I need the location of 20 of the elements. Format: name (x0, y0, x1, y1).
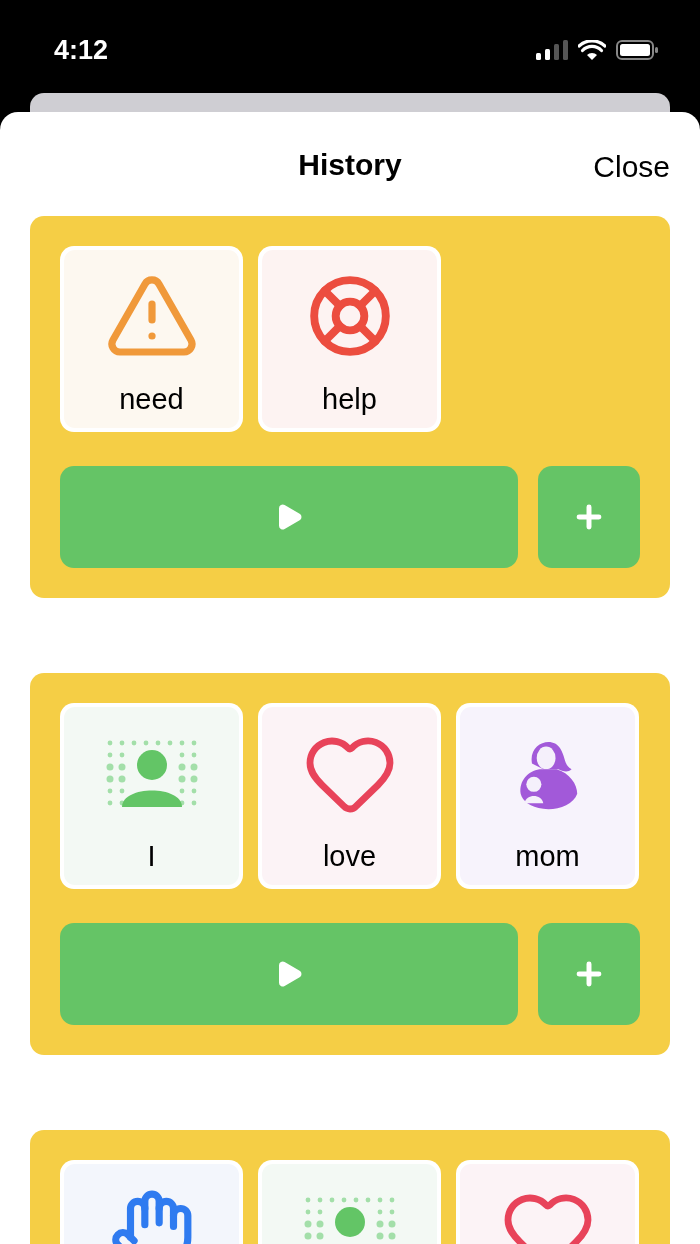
add-button[interactable] (538, 923, 640, 1025)
word-tile[interactable]: help (258, 246, 441, 432)
wifi-icon (578, 40, 606, 60)
sheet-title: History (298, 146, 402, 183)
tile-label: love (322, 839, 377, 873)
tile-label: mom (515, 839, 580, 873)
play-button[interactable] (60, 923, 518, 1025)
tile-label: I (147, 839, 156, 873)
status-time: 4:12 (54, 34, 109, 66)
play-button[interactable] (60, 466, 518, 568)
add-button[interactable] (538, 466, 640, 568)
word-tile[interactable]: love (258, 703, 441, 889)
word-tile[interactable]: mom (456, 703, 639, 889)
signal-icon (536, 40, 568, 60)
close-button[interactable]: Close (593, 144, 670, 189)
word-tile[interactable]: need (60, 246, 243, 432)
tile-label: help (322, 382, 377, 416)
tile-label: need (119, 382, 184, 416)
word-tile[interactable]: I (60, 703, 243, 889)
battery-icon (616, 40, 658, 60)
